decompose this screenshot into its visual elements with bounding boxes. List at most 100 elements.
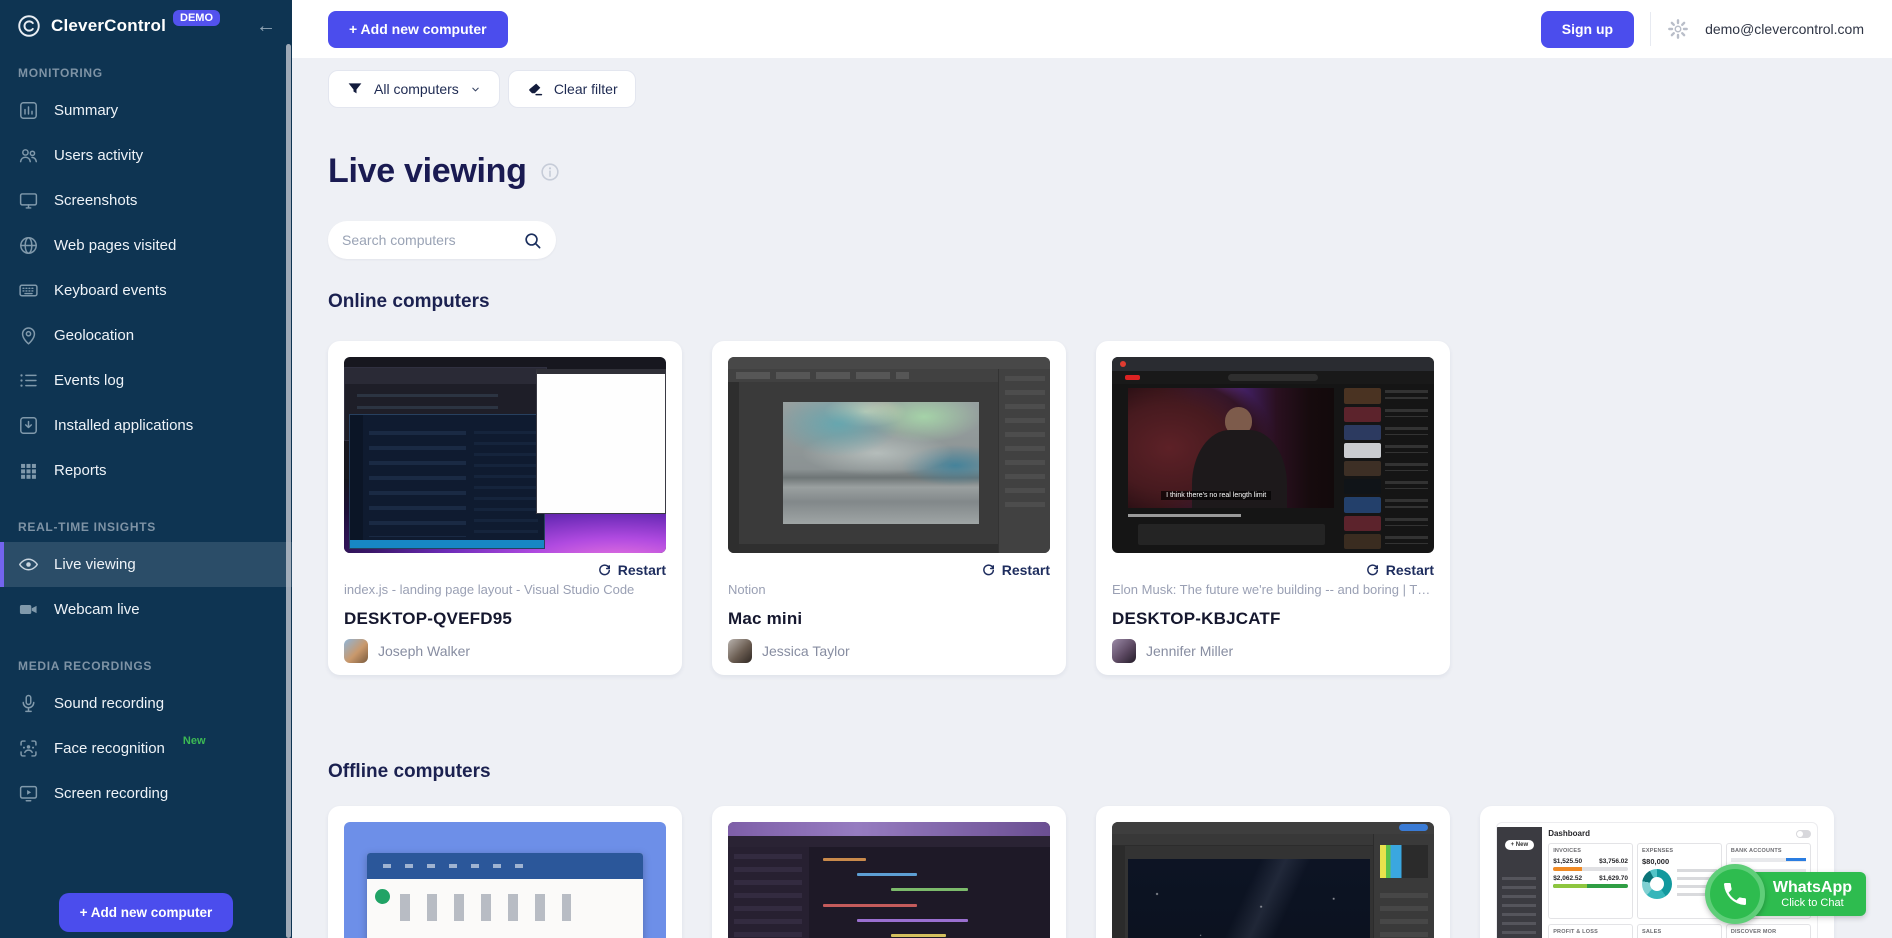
restart-button[interactable]: Restart	[344, 562, 666, 578]
video-player: I think there's no real length limit	[1128, 388, 1334, 508]
user-name: Joseph Walker	[378, 643, 470, 659]
sidebar-item-live-viewing[interactable]: Live viewing	[0, 542, 292, 587]
sidebar-item-label: Web pages visited	[54, 237, 176, 254]
restart-button[interactable]: Restart	[728, 562, 1050, 578]
mic-icon	[18, 693, 39, 714]
users-icon	[18, 145, 39, 166]
live-screen-thumbnail[interactable]: I think there's no real length limit	[1112, 357, 1434, 553]
refresh-icon	[1365, 563, 1380, 578]
online-computer-card: Restartindex.js - landing page layout - …	[328, 341, 682, 675]
filter-bar: All computers Clear filter	[328, 70, 1892, 108]
offline-computer-card	[712, 806, 1066, 938]
account-email[interactable]: demo@clevercontrol.com	[1705, 21, 1864, 37]
sidebar-item-geolocation[interactable]: Geolocation	[0, 313, 292, 358]
avatar	[728, 639, 752, 663]
logo-row: CleverControl DEMO ←	[0, 0, 292, 39]
sidebar-scrollbar[interactable]	[286, 44, 291, 938]
sidebar-section-label: REAL-TIME INSIGHTS	[0, 520, 292, 534]
whatsapp-widget[interactable]: WhatsApp Click to Chat	[1705, 864, 1866, 924]
sidebar-section-label: MEDIA RECORDINGS	[0, 659, 292, 673]
clevercontrol-logo-icon	[16, 13, 42, 39]
search-input[interactable]	[342, 232, 523, 248]
sidebar-item-label: Sound recording	[54, 695, 164, 712]
sidebar-item-events-log[interactable]: Events log	[0, 358, 292, 403]
whatsapp-phone-icon[interactable]	[1705, 864, 1765, 924]
sidebar-item-label: Screen recording	[54, 785, 168, 802]
sidebar-item-reports[interactable]: Reports	[0, 448, 292, 493]
monitor-icon	[18, 190, 39, 211]
sidebar: CleverControl DEMO ← MONITORING Summary Us…	[0, 0, 292, 938]
sidebar-item-installed-applications[interactable]: Installed applications	[0, 403, 292, 448]
last-screen-thumbnail[interactable]	[344, 822, 666, 938]
sidebar-item-screenshots[interactable]: Screenshots	[0, 178, 292, 223]
user-name: Jessica Taylor	[762, 643, 850, 659]
computer-name: DESKTOP-KBJCATF	[1112, 609, 1434, 629]
face-icon	[18, 738, 39, 759]
sidebar-item-label: Events log	[54, 372, 124, 389]
computers-filter-dropdown[interactable]: All computers	[328, 70, 500, 108]
search-icon[interactable]	[523, 231, 542, 250]
gear-icon[interactable]	[1667, 18, 1689, 40]
brand-name: CleverControl	[51, 16, 166, 36]
chevron-down-icon	[469, 83, 482, 96]
clear-filter-button[interactable]: Clear filter	[508, 70, 636, 108]
sidebar-item-webcam-live[interactable]: Webcam live	[0, 587, 292, 632]
sidebar-item-label: Users activity	[54, 147, 143, 164]
last-screen-thumbnail[interactable]	[728, 822, 1050, 938]
videocam-icon	[18, 599, 39, 620]
live-screen-thumbnail[interactable]	[344, 357, 666, 553]
word-window	[367, 853, 644, 938]
clear-filter-label: Clear filter	[554, 81, 618, 97]
restart-label: Restart	[1386, 562, 1434, 578]
vscode-window	[349, 414, 545, 549]
computer-name: Mac mini	[728, 609, 1050, 629]
sidebar-item-users-activity[interactable]: Users activity	[0, 133, 292, 178]
sidebar-item-sound-recording[interactable]: Sound recording	[0, 681, 292, 726]
computer-name: DESKTOP-QVEFD95	[344, 609, 666, 629]
sidebar-item-label: Keyboard events	[54, 282, 167, 299]
sidebar-item-summary[interactable]: Summary	[0, 88, 292, 133]
screenrec-icon	[18, 783, 39, 804]
offline-computer-card	[328, 806, 682, 938]
sidebar-item-screen-recording[interactable]: Screen recording	[0, 771, 292, 816]
collapse-sidebar-icon[interactable]: ←	[256, 16, 276, 36]
signup-button[interactable]: Sign up	[1541, 11, 1634, 48]
sidebar-item-label: Screenshots	[54, 192, 137, 209]
install-icon	[18, 415, 39, 436]
grid-icon	[18, 460, 39, 481]
eraser-icon	[526, 80, 544, 98]
demo-badge: DEMO	[173, 10, 220, 26]
search-box	[328, 221, 556, 259]
whatsapp-subtitle: Click to Chat	[1773, 897, 1852, 909]
sidebar-item-label: Reports	[54, 462, 107, 479]
night-sky-photo	[1128, 859, 1370, 938]
sidebar-item-face-recognition[interactable]: Face recognitionNew	[0, 726, 292, 771]
active-window-title: Elon Musk: The future we're building -- …	[1112, 582, 1434, 597]
eye-icon	[18, 554, 39, 575]
globe-icon	[18, 235, 39, 256]
topbar: + Add new computer Sign up demo@cleverco…	[292, 0, 1892, 58]
sidebar-item-label: Live viewing	[54, 556, 136, 573]
offline-cards-row: + NewDashboardINVOICES$1,525.50$3,756.02…	[328, 806, 1892, 938]
active-window-title: Notion	[728, 582, 1050, 597]
online-cards-row: Restartindex.js - landing page layout - …	[328, 341, 1892, 675]
whatsapp-title: WhatsApp	[1773, 879, 1852, 897]
restart-label: Restart	[1002, 562, 1050, 578]
add-computer-button[interactable]: + Add new computer	[328, 11, 508, 48]
avatar	[344, 639, 368, 663]
sidebar-add-computer-button[interactable]: + Add new computer	[59, 893, 233, 932]
edited-photo	[783, 402, 979, 524]
info-icon[interactable]	[540, 162, 560, 182]
list-icon	[18, 370, 39, 391]
online-computer-card: I think there's no real length limit Rest…	[1096, 341, 1450, 675]
sidebar-item-keyboard-events[interactable]: Keyboard events	[0, 268, 292, 313]
last-screen-thumbnail[interactable]	[1112, 822, 1434, 938]
user-name: Jennifer Miller	[1146, 643, 1233, 659]
avatar	[1112, 639, 1136, 663]
restart-button[interactable]: Restart	[1112, 562, 1434, 578]
live-screen-thumbnail[interactable]	[728, 357, 1050, 553]
sidebar-section-label: MONITORING	[0, 66, 292, 80]
sidebar-item-web-pages-visited[interactable]: Web pages visited	[0, 223, 292, 268]
topbar-divider	[1650, 12, 1651, 46]
white-window	[536, 369, 666, 514]
